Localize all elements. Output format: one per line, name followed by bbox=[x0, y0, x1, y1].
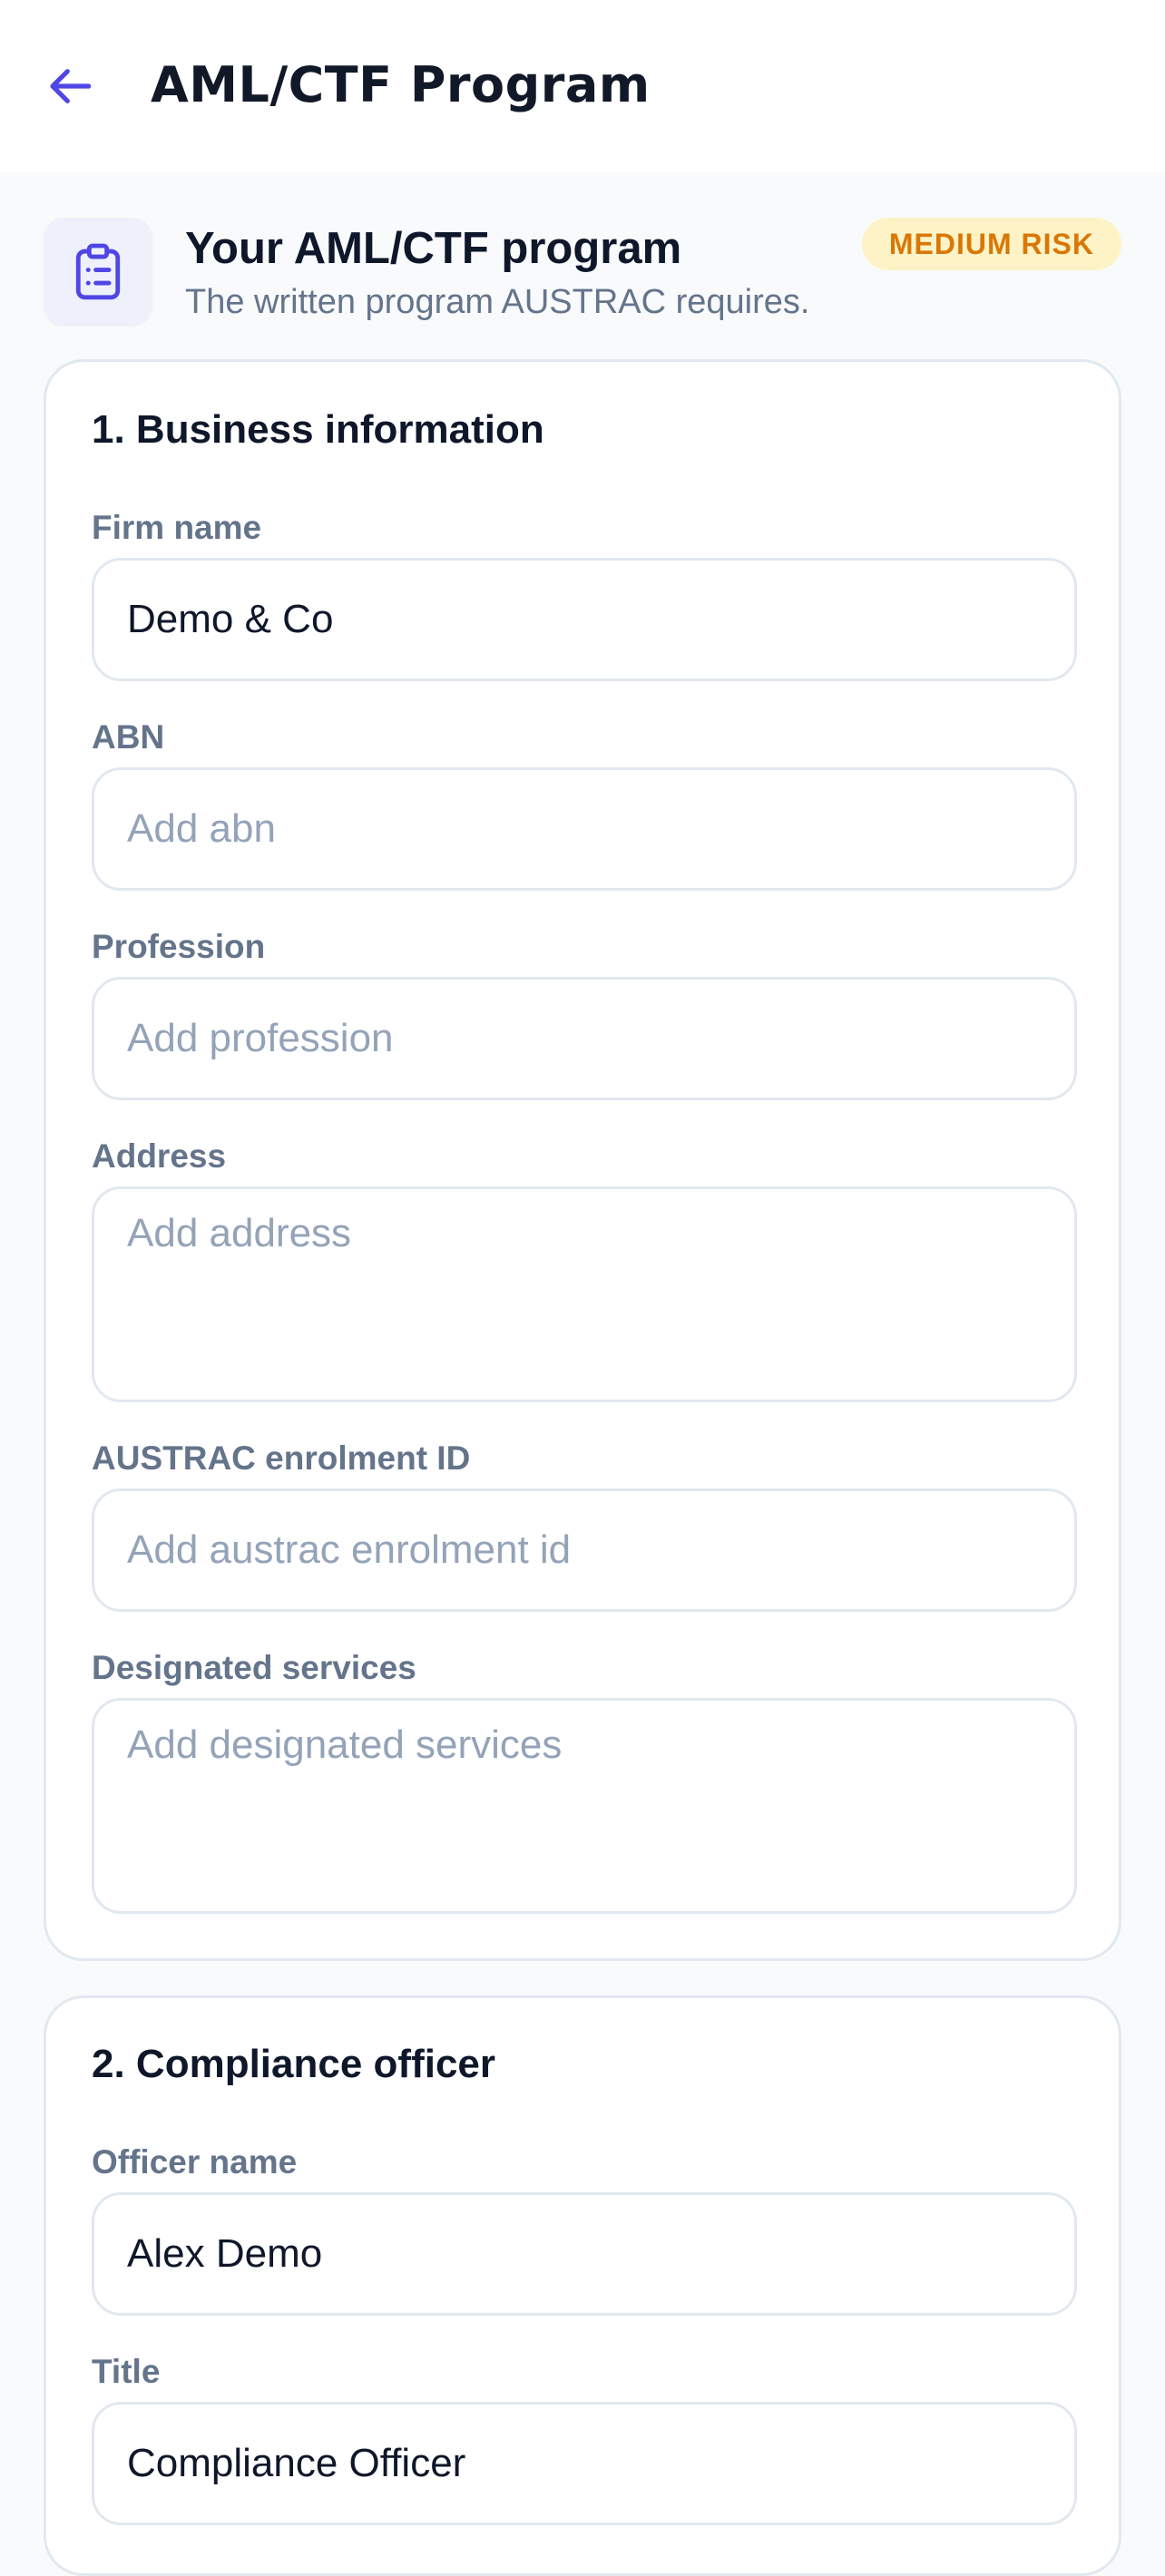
program-intro: Your AML/CTF program The written program… bbox=[44, 218, 1121, 336]
clipboard-list-icon bbox=[44, 218, 152, 327]
risk-badge: MEDIUM RISK bbox=[861, 218, 1121, 270]
program-title: Your AML/CTF program bbox=[185, 224, 682, 273]
field-label-officer-name: Officer name bbox=[92, 2143, 298, 2181]
section-compliance-officer: 2. Compliance officer Officer name Title bbox=[44, 1995, 1121, 2576]
program-subtitle: The written program AUSTRAC requires. bbox=[185, 283, 810, 321]
firm-name-input[interactable] bbox=[92, 558, 1077, 681]
arrow-left-icon bbox=[50, 69, 92, 103]
austrac-enrolment-id-input[interactable] bbox=[92, 1488, 1077, 1612]
app-header: AML/CTF Program bbox=[0, 0, 1165, 172]
title-input[interactable] bbox=[92, 2402, 1077, 2525]
section-title: 2. Compliance officer bbox=[92, 2042, 496, 2086]
designated-services-input[interactable] bbox=[92, 1698, 1077, 1914]
field-label-designated-services: Designated services bbox=[92, 1649, 416, 1686]
field-label-profession: Profession bbox=[92, 928, 266, 965]
field-label-austrac-enrolment-id: AUSTRAC enrolment ID bbox=[92, 1439, 471, 1477]
page-title: AML/CTF Program bbox=[151, 56, 651, 113]
field-label-title: Title bbox=[92, 2353, 161, 2390]
section-business-information: 1. Business information Firm name ABN Pr… bbox=[44, 359, 1121, 1961]
field-label-firm-name: Firm name bbox=[92, 509, 262, 546]
address-input[interactable] bbox=[92, 1186, 1077, 1402]
back-button[interactable] bbox=[40, 54, 103, 118]
field-label-address: Address bbox=[92, 1137, 227, 1175]
field-label-abn: ABN bbox=[92, 718, 165, 756]
officer-name-input[interactable] bbox=[92, 2192, 1077, 2316]
abn-input[interactable] bbox=[92, 767, 1077, 891]
section-title: 1. Business information bbox=[92, 407, 544, 452]
profession-input[interactable] bbox=[92, 977, 1077, 1100]
